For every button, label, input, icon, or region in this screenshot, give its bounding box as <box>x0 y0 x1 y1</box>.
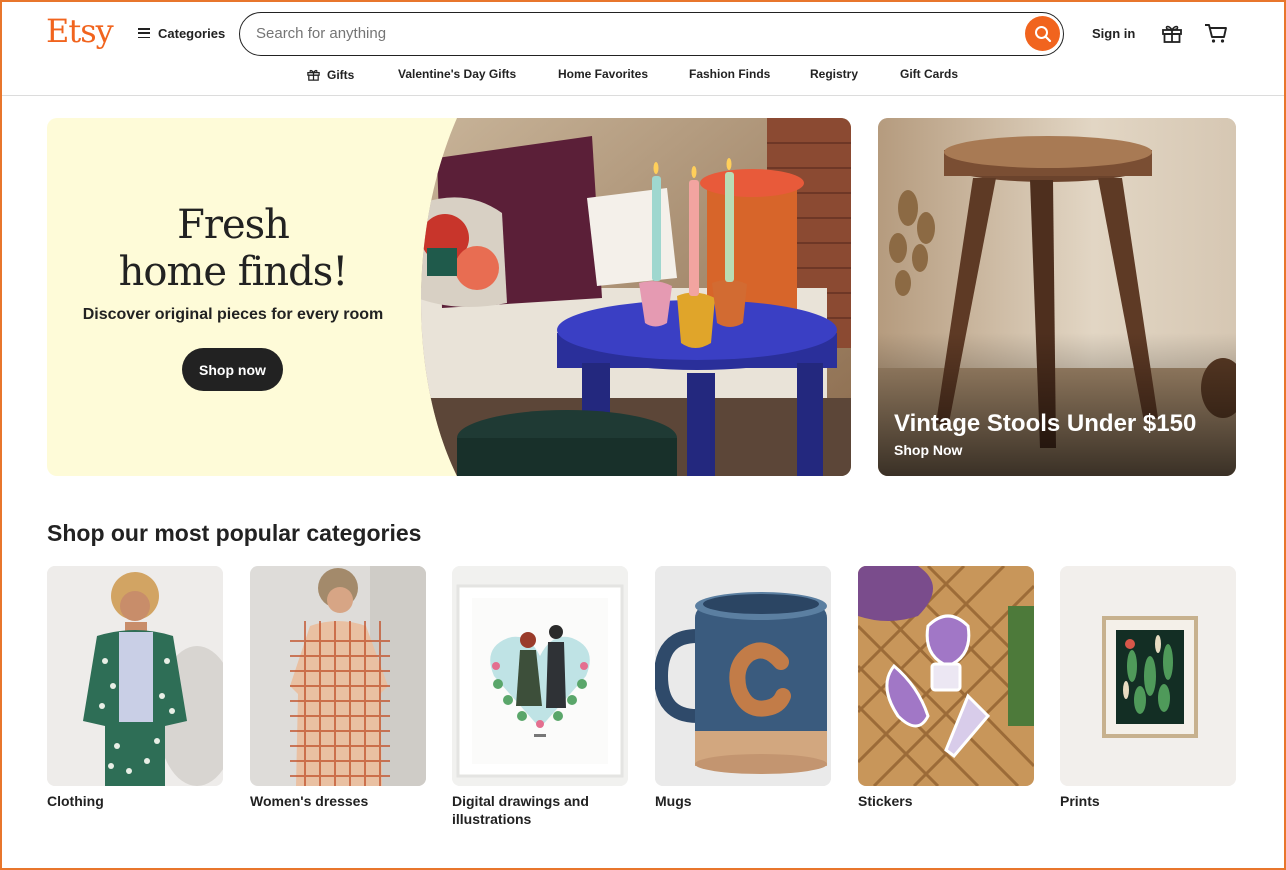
gift-icon <box>307 69 320 81</box>
category-card-stickers[interactable]: Stickers <box>858 566 1034 810</box>
category-card-womens-dresses[interactable]: Women's dresses <box>250 566 426 810</box>
category-label: Prints <box>1060 793 1100 809</box>
digital-drawings-image <box>452 566 628 786</box>
womens-dresses-image <box>250 566 426 786</box>
etsy-logo[interactable]: Etsy <box>46 12 114 50</box>
search-icon <box>1034 25 1051 42</box>
hero-subtitle: Discover original pieces for every room <box>82 306 384 323</box>
category-card-mugs[interactable]: Mugs <box>655 566 831 810</box>
site-header: Etsy Categories Sign in <box>2 2 1284 96</box>
popular-categories-title: Shop our most popular categories <box>47 520 422 546</box>
search-input[interactable] <box>256 13 1016 54</box>
hero-title-line2: home finds! <box>118 249 349 295</box>
categories-button[interactable]: Categories <box>138 22 225 44</box>
category-label: Clothing <box>47 793 104 809</box>
clothing-image <box>47 566 223 786</box>
vintage-stools-promo[interactable]: Vintage Stools Under $150 Shop Now <box>878 118 1236 476</box>
category-nav: Gifts Valentine's Day Gifts Home Favorit… <box>2 64 1284 86</box>
nav-item-gifts[interactable]: Gifts <box>306 67 354 82</box>
category-label: Digital drawings and illustrations <box>452 793 589 827</box>
nav-item-home-favorites[interactable]: Home Favorites <box>558 67 648 81</box>
hero-title: Fresh home finds! <box>47 202 419 296</box>
nav-item-gift-cards[interactable]: Gift Cards <box>900 67 958 81</box>
nav-item-registry[interactable]: Registry <box>810 67 858 81</box>
category-card-clothing[interactable]: Clothing <box>47 566 223 810</box>
cart-icon[interactable] <box>1203 21 1229 45</box>
category-label: Women's dresses <box>250 793 369 809</box>
mugs-image <box>655 566 831 786</box>
shop-now-button[interactable]: Shop now <box>182 348 283 391</box>
categories-label: Categories <box>158 25 226 41</box>
hero-banner: Fresh home finds! Discover original piec… <box>47 118 851 476</box>
category-label: Stickers <box>858 793 913 809</box>
sign-in-link[interactable]: Sign in <box>1092 26 1135 41</box>
category-card-prints[interactable]: Prints <box>1060 566 1236 810</box>
search-button[interactable] <box>1025 16 1060 51</box>
stickers-image <box>858 566 1034 786</box>
nav-item-label: Gifts <box>327 67 355 82</box>
hamburger-icon <box>138 28 150 38</box>
hero-title-line1: Fresh <box>177 202 290 248</box>
search-bar <box>239 12 1064 56</box>
gift-icon[interactable] <box>1160 21 1184 45</box>
hero-image <box>421 118 851 476</box>
category-card-digital-drawings[interactable]: Digital drawings and illustrations <box>452 566 628 828</box>
promo-shop-now-link[interactable]: Shop Now <box>894 442 962 458</box>
nav-item-valentines[interactable]: Valentine's Day Gifts <box>398 67 516 81</box>
prints-image <box>1060 566 1236 786</box>
promo-title: Vintage Stools Under $150 <box>894 410 1197 437</box>
nav-item-fashion-finds[interactable]: Fashion Finds <box>689 67 770 81</box>
category-label: Mugs <box>655 793 692 809</box>
